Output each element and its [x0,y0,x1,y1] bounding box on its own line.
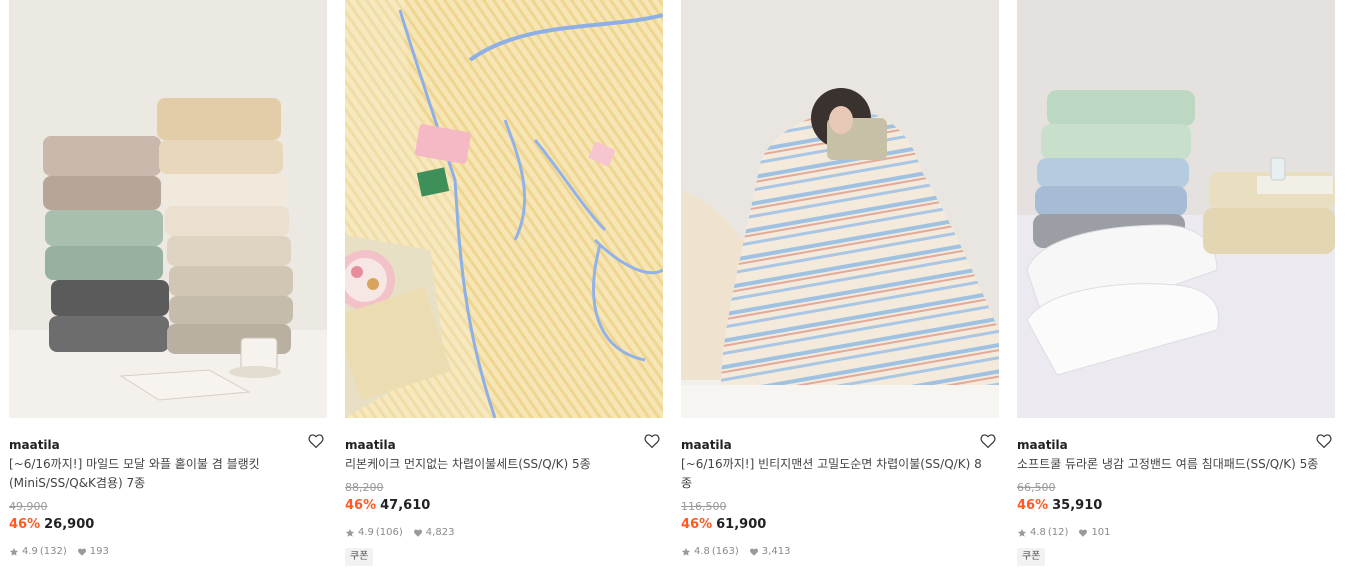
brand-name[interactable]: maatila [1017,438,1068,452]
product-card[interactable]: maatila [~6/16까지!] 마일드 모달 와플 홑이불 겸 블랭킷 (… [9,0,327,559]
star-icon [681,547,691,556]
striped-comforter-photo [681,0,999,418]
product-stats: 4.9 (106) 4,823 [345,526,663,540]
brand-name[interactable]: maatila [681,438,732,452]
review-count: (12) [1047,527,1069,538]
star-icon [9,547,19,556]
heart-outline-icon[interactable] [979,432,997,450]
discount-rate: 46% [9,517,41,532]
original-price: 88,200 [345,481,384,494]
product-image[interactable] [345,0,663,418]
sale-price: 26,900 [44,517,95,532]
original-price: 49,900 [9,500,48,513]
sale-price: 35,910 [1052,498,1103,513]
heart-filled-icon [1079,529,1088,537]
rating-value: 4.8 [694,546,710,557]
like-count: 4,823 [425,527,455,538]
rating-value: 4.8 [1030,527,1046,538]
star-icon [345,528,355,537]
coupon-badge: 쿠폰 [1017,548,1046,566]
product-card[interactable]: maatila 소프트쿨 듀라론 냉감 고정밴드 여름 침대패드(SS/Q/K)… [1017,0,1335,566]
discount-rate: 46% [1017,498,1049,513]
product-card[interactable]: maatila 리본케이크 먼지없는 차렵이불세트(SS/Q/K) 5종 88,… [345,0,663,566]
cooling-bed-pad-photo [1017,0,1335,418]
like-count: 101 [1091,527,1111,538]
heart-outline-icon[interactable] [307,432,325,450]
sale-price: 47,610 [380,498,431,513]
ribbon-bedding-set-photo [345,0,663,418]
original-price: 66,500 [1017,481,1056,494]
star-icon [1017,528,1027,537]
original-price: 116,500 [681,500,727,513]
product-image[interactable] [1017,0,1335,418]
product-title[interactable]: 소프트쿨 듀라론 냉감 고정밴드 여름 침대패드(SS/Q/K) 5종 [1017,455,1335,474]
like-count: 3,413 [761,546,791,557]
product-stats: 4.8 (163) 3,413 [681,545,999,559]
coupon-badge: 쿠폰 [345,548,374,566]
product-title[interactable]: [~6/16까지!] 마일드 모달 와플 홑이불 겸 블랭킷 (MiniS/SS… [9,455,327,493]
product-stats: 4.9 (132) 193 [9,545,327,559]
heart-filled-icon [77,548,86,556]
product-card[interactable]: maatila [~6/16까지!] 빈티지맨션 고밀도순면 차렵이불(SS/Q… [681,0,999,559]
product-image[interactable] [681,0,999,418]
brand-name[interactable]: maatila [345,438,396,452]
discount-rate: 46% [345,498,377,513]
discount-rate: 46% [681,517,713,532]
heart-outline-icon[interactable] [643,432,661,450]
waffle-blanket-stack-photo [9,0,327,418]
product-grid: maatila [~6/16까지!] 마일드 모달 와플 홑이불 겸 블랭킷 (… [0,0,1349,578]
product-stats: 4.8 (12) 101 [1017,526,1335,540]
sale-price: 61,900 [716,517,767,532]
heart-filled-icon [749,548,758,556]
product-title[interactable]: [~6/16까지!] 빈티지맨션 고밀도순면 차렵이불(SS/Q/K) 8종 [681,455,999,493]
review-count: (163) [711,546,739,557]
review-count: (106) [375,527,403,538]
rating-value: 4.9 [22,546,38,557]
review-count: (132) [39,546,67,557]
heart-outline-icon[interactable] [1315,432,1333,450]
rating-value: 4.9 [358,527,374,538]
heart-filled-icon [413,529,422,537]
product-title[interactable]: 리본케이크 먼지없는 차렵이불세트(SS/Q/K) 5종 [345,455,663,474]
brand-name[interactable]: maatila [9,438,60,452]
like-count: 193 [89,546,109,557]
product-image[interactable] [9,0,327,418]
